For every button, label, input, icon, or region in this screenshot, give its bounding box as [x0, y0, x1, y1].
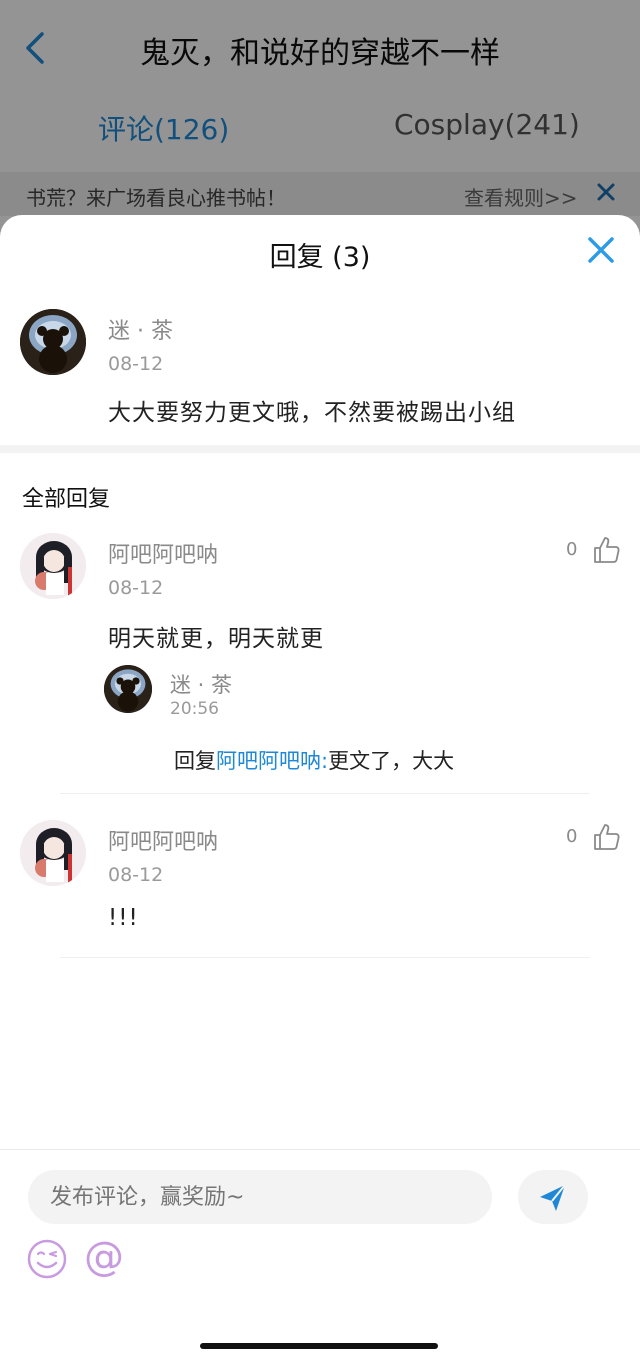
comment-input[interactable]: [28, 1170, 492, 1224]
reply-sheet: 回复 (3) 迷 · 茶 08-12 大大要努力更文哦，不然要被踢出小组 全部回…: [0, 215, 640, 1358]
original-author-name[interactable]: 迷 · 茶: [108, 313, 173, 345]
thumbs-up-icon[interactable]: [592, 535, 622, 565]
reply-date: 08-12: [108, 864, 164, 886]
sub-reply-text: 回复阿吧阿吧呐:更文了，大大: [174, 745, 454, 775]
avatar[interactable]: [20, 533, 86, 599]
all-replies-heading: 全部回复: [22, 487, 111, 512]
section-divider: [0, 445, 640, 453]
like-count: 0: [566, 826, 578, 847]
emoji-icon[interactable]: [26, 1238, 68, 1280]
sub-reply-time: 20:56: [170, 699, 219, 719]
close-icon[interactable]: [586, 235, 616, 265]
divider: [60, 957, 590, 958]
mention-at-icon[interactable]: @: [84, 1234, 124, 1280]
sheet-title: 回复 (3): [269, 242, 371, 273]
overlay-dim[interactable]: [0, 0, 640, 240]
comment-composer: @: [0, 1149, 640, 1358]
reply-date: 08-12: [108, 577, 164, 599]
reply-text: 明天就更，明天就更: [108, 626, 324, 652]
divider: [60, 793, 590, 794]
original-comment-text: 大大要努力更文哦，不然要被踢出小组: [108, 400, 516, 426]
send-button[interactable]: [518, 1170, 588, 1224]
avatar[interactable]: [104, 665, 152, 713]
reply-text: !!!: [108, 905, 139, 931]
avatar[interactable]: [20, 309, 86, 375]
send-icon: [540, 1184, 566, 1211]
sub-reply-body: 更文了，大大: [328, 749, 455, 773]
thumbs-up-icon[interactable]: [592, 822, 622, 852]
like-count: 0: [566, 539, 578, 560]
reply-author-name[interactable]: 阿吧阿吧呐: [108, 824, 218, 856]
mention-link[interactable]: 阿吧阿吧呐:: [216, 749, 328, 773]
avatar[interactable]: [20, 820, 86, 886]
original-date: 08-12: [108, 353, 164, 375]
sub-reply-author-name[interactable]: 迷 · 茶: [170, 669, 232, 699]
reply-prefix: 回复: [174, 749, 216, 773]
home-indicator: [200, 1343, 438, 1349]
reply-author-name[interactable]: 阿吧阿吧呐: [108, 537, 218, 569]
